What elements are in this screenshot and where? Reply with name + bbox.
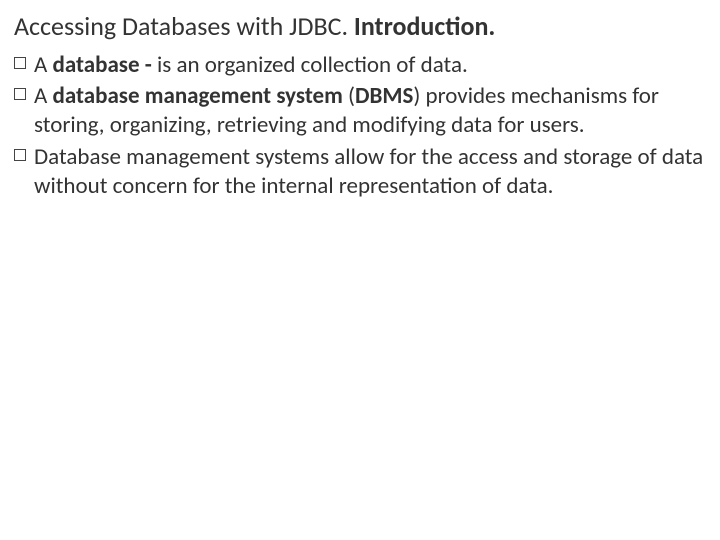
text: is an organized collection of data.: [157, 51, 468, 79]
text: (: [348, 82, 355, 110]
bullet-list: A database - is an organized collection …: [14, 51, 706, 202]
title-plain: Accessing Databases with JDBC.: [14, 10, 354, 42]
slide: Accessing Databases with JDBC. Introduct…: [0, 0, 720, 202]
title-bold: Introduction.: [354, 10, 495, 42]
list-item: Database management systems allow for th…: [14, 143, 706, 202]
text: A: [34, 51, 53, 79]
text: Database management systems allow for th…: [34, 143, 703, 200]
slide-title: Accessing Databases with JDBC. Introduct…: [14, 10, 706, 43]
text-bold: DBMS: [355, 82, 413, 110]
list-item: A database management system (DBMS) prov…: [14, 82, 706, 141]
text: A: [34, 82, 53, 110]
text-bold: database -: [53, 51, 157, 79]
text-bold: database management system: [53, 82, 349, 110]
list-item: A database - is an organized collection …: [14, 51, 706, 80]
